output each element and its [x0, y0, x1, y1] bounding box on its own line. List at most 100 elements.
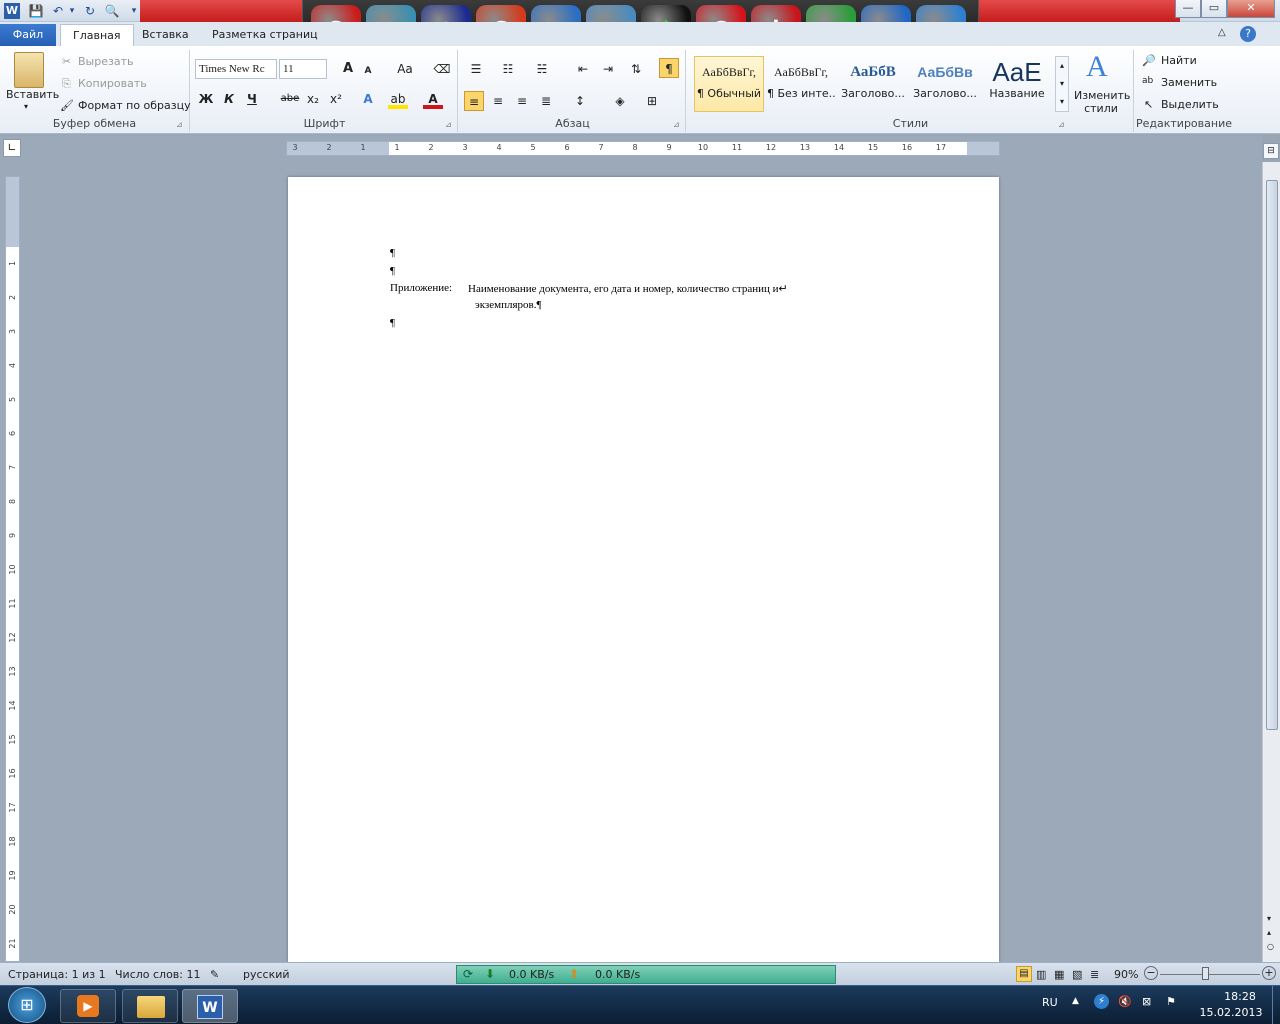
horizontal-ruler[interactable]: 3 2 1 1 2 3 4 5 6 7 8 9 10 11 12 13 14 15 16 17 [286, 141, 1000, 156]
change-styles-button[interactable]: Изменить стили [1074, 89, 1130, 115]
tray-app-icon[interactable]: ⚡ [1094, 994, 1109, 1009]
maximize-button[interactable]: ▭ [1201, 0, 1227, 18]
media-player-taskbar-button[interactable]: ▶ [60, 989, 116, 1023]
document-page[interactable]: ¶ ¶ Приложение: Наименование документа, … [288, 177, 999, 962]
draft-view-icon[interactable]: ≣ [1090, 968, 1099, 981]
previous-page-icon[interactable]: ▴ [1267, 928, 1271, 937]
numbering-icon[interactable]: ☷ [498, 59, 518, 79]
scrollbar-thumb[interactable] [1266, 180, 1278, 730]
cut-icon[interactable]: ✂ [62, 55, 71, 68]
browse-object-icon[interactable]: ○ [1267, 942, 1274, 951]
web-layout-view-icon[interactable]: ▦ [1054, 968, 1064, 981]
help-icon[interactable]: ? [1240, 26, 1256, 42]
style-title[interactable]: AaE Название [982, 56, 1052, 112]
zoom-in-icon[interactable]: + [1262, 966, 1276, 980]
text-effects-icon[interactable]: A [358, 89, 378, 109]
attachment-text[interactable]: Наименование документа, его дата и номер… [468, 282, 788, 295]
change-case-button[interactable]: Aa [392, 59, 418, 79]
attachment-text-continued[interactable]: экземпляров.¶ [475, 299, 541, 311]
redo-icon[interactable]: ↻ [82, 3, 98, 19]
save-icon[interactable]: 💾 [28, 3, 44, 19]
language-indicator[interactable]: русский [243, 968, 290, 981]
customize-toolbar-icon[interactable]: ▾ [126, 3, 142, 19]
bullets-icon[interactable]: ☰ [466, 59, 486, 79]
underline-button[interactable]: Ч [242, 89, 262, 109]
input-language[interactable]: RU [1042, 996, 1058, 1009]
find-button[interactable]: Найти [1161, 54, 1197, 67]
superscript-button[interactable]: x² [326, 89, 346, 109]
tab-file[interactable]: Файл [0, 24, 56, 46]
tab-layout[interactable]: Разметка страниц [200, 24, 330, 46]
line-spacing-icon[interactable]: ↕ [570, 91, 590, 111]
full-screen-view-icon[interactable]: ▥ [1036, 968, 1046, 981]
print-layout-view-icon[interactable]: ▤ [1016, 966, 1032, 982]
styles-launcher-icon[interactable]: ⊿ [1058, 120, 1065, 129]
clock-time[interactable]: 18:28 [1210, 990, 1270, 1003]
zoom-level[interactable]: 90% [1114, 968, 1138, 981]
outline-view-icon[interactable]: ▧ [1072, 968, 1082, 981]
shrink-font-button[interactable]: A [358, 61, 378, 81]
font-color-button[interactable]: A [423, 89, 443, 109]
multilevel-list-icon[interactable]: ☵ [532, 59, 552, 79]
tab-home[interactable]: Главная [60, 24, 134, 46]
align-left-icon[interactable]: ≡ [464, 91, 484, 111]
cut-button[interactable]: Вырезать [78, 55, 133, 68]
find-icon[interactable]: 🔎 [1142, 54, 1156, 67]
word-app-icon[interactable]: W [4, 3, 20, 19]
tab-selector-icon[interactable]: ∟ [3, 139, 21, 157]
align-right-icon[interactable]: ≡ [512, 91, 532, 111]
select-icon[interactable]: ↖ [1144, 98, 1153, 111]
empty-paragraph[interactable]: ¶ [390, 247, 395, 259]
change-styles-icon[interactable]: A [1086, 50, 1108, 84]
sort-icon[interactable]: ⇅ [626, 59, 646, 79]
highlight-icon[interactable]: ab [388, 89, 408, 109]
style-no-spacing[interactable]: АаБбВвГг, ¶ Без инте... [766, 56, 836, 112]
clipboard-launcher-icon[interactable]: ⊿ [176, 120, 183, 129]
clear-formatting-icon[interactable]: ⌫ [432, 59, 452, 79]
action-center-icon[interactable]: ⚑ [1166, 995, 1176, 1008]
replace-button[interactable]: Заменить [1161, 76, 1217, 89]
ribbon-minimize-icon[interactable]: △ [1218, 27, 1226, 38]
italic-button[interactable]: К [219, 89, 239, 109]
scroll-down-icon[interactable]: ▾ [1267, 914, 1271, 923]
view-ruler-icon[interactable]: ⊟ [1263, 143, 1279, 159]
grow-font-button[interactable]: A [338, 59, 358, 79]
page-count[interactable]: Страница: 1 из 1 [8, 968, 106, 981]
font-size-combo[interactable]: 11 [279, 59, 327, 79]
clock-date[interactable]: 15.02.2013 [1196, 1006, 1266, 1019]
copy-icon[interactable]: ⎘ [62, 77, 71, 91]
tray-expand-icon[interactable]: ▲ [1072, 996, 1079, 1006]
empty-paragraph[interactable]: ¶ [390, 265, 395, 277]
show-formatting-marks-icon[interactable]: ¶ [659, 58, 679, 78]
word-taskbar-button[interactable]: W [182, 989, 238, 1023]
volume-icon[interactable]: 🔇 [1118, 995, 1132, 1008]
borders-icon[interactable]: ⊞ [642, 91, 662, 111]
paste-dropdown-icon[interactable]: ▾ [24, 102, 28, 111]
explorer-taskbar-button[interactable] [122, 989, 178, 1023]
styles-scroll[interactable]: ▴ ▾ ▾ [1055, 56, 1069, 112]
paste-button[interactable]: Вставить [6, 88, 59, 101]
start-button[interactable]: ⊞ [8, 987, 46, 1023]
close-button[interactable]: ✕ [1227, 0, 1275, 18]
shading-icon[interactable]: ◈ [610, 91, 630, 111]
strikethrough-button[interactable]: abe [278, 89, 302, 109]
justify-icon[interactable]: ≣ [536, 91, 556, 111]
zoom-out-icon[interactable]: − [1144, 966, 1158, 980]
subscript-button[interactable]: x₂ [303, 89, 323, 109]
zoom-slider[interactable] [1160, 974, 1260, 975]
replace-icon[interactable]: ab [1142, 76, 1153, 86]
network-icon[interactable]: ⊠ [1142, 995, 1151, 1008]
undo-dropdown-icon[interactable]: ▾ [64, 3, 80, 19]
font-launcher-icon[interactable]: ⊿ [445, 120, 452, 129]
style-normal[interactable]: АаБбВвГг, ¶ Обычный [694, 56, 764, 112]
bold-button[interactable]: Ж [196, 89, 216, 109]
copy-button[interactable]: Копировать [78, 77, 147, 90]
font-family-combo[interactable]: Times New Rc [195, 59, 277, 79]
empty-paragraph[interactable]: ¶ [390, 317, 395, 329]
attachment-label[interactable]: Приложение: [390, 282, 452, 294]
paragraph-launcher-icon[interactable]: ⊿ [673, 120, 680, 129]
paste-icon[interactable] [14, 52, 44, 88]
vertical-ruler[interactable]: 1 2 3 4 5 6 7 8 9 10 11 12 13 14 15 16 17 18 19 20 21 [5, 176, 20, 962]
vertical-scrollbar[interactable]: ▾ ▴ ○ [1262, 162, 1280, 962]
word-count[interactable]: Число слов: 11 [115, 968, 201, 981]
